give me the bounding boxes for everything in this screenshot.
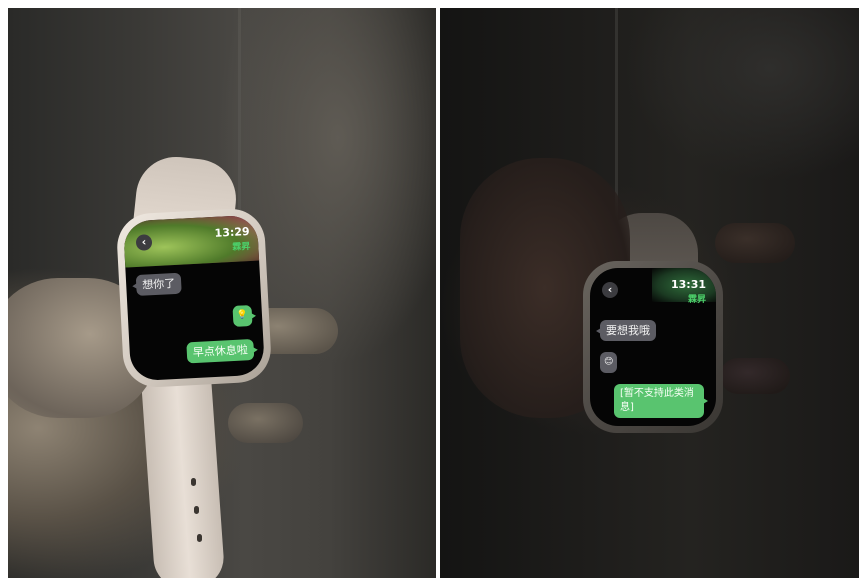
watch-strap-bottom (140, 365, 226, 578)
photo-left: ‹ 13:29 霖昇 想你了 💡 早点休息啦 (8, 8, 436, 578)
strap-hole (197, 534, 202, 542)
clock-time: 13:29 (214, 225, 250, 240)
contact-name: 霖昇 (232, 241, 251, 253)
message-bubble-sent: 早点休息啦 (186, 338, 255, 364)
clock-time: 13:31 (670, 278, 706, 291)
finger (720, 358, 790, 394)
message-bubble-received: 想你了 (135, 272, 182, 296)
message-bubble-sent: [暂不支持此类消息] (614, 384, 708, 418)
message-bubble-received: 要想我哦 (596, 320, 656, 341)
finger (715, 223, 795, 263)
watch-screen: ‹ 13:31 霖昇 要想我哦 😊 [暂不支持此类消息] (590, 268, 716, 426)
back-button[interactable]: ‹ (602, 282, 618, 298)
photo-right: ‹ 13:31 霖昇 要想我哦 😊 [暂不支持此类消息] (440, 8, 859, 578)
contact-name: 霖昇 (687, 295, 706, 305)
strap-hole (194, 506, 199, 514)
strap-hole (191, 478, 196, 486)
message-bubble-received: 😊 (600, 352, 618, 373)
finger (228, 403, 303, 443)
watch-screen: ‹ 13:29 霖昇 想你了 💡 早点休息啦 (122, 214, 266, 382)
message-bubble-sent: 💡 (232, 305, 253, 327)
